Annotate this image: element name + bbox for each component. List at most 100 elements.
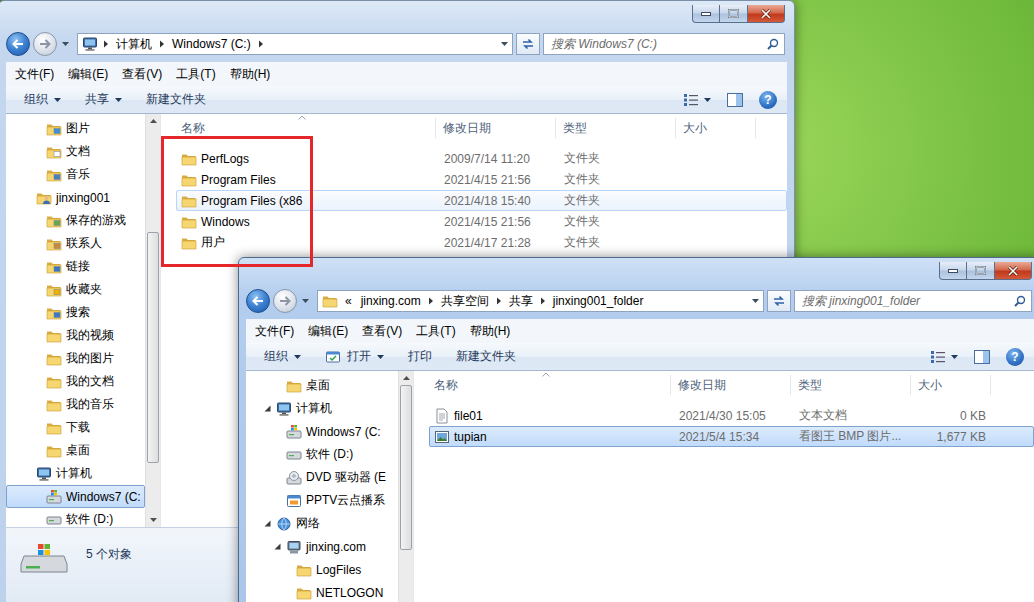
expander[interactable] (262, 404, 272, 414)
search-box[interactable]: 搜索 jinxing001_folder (794, 290, 1032, 312)
file-row[interactable]: Program Files2021/4/15 21:56文件夹 (176, 169, 787, 190)
expander[interactable] (32, 308, 42, 318)
scroll-track[interactable] (146, 128, 160, 513)
expander[interactable] (32, 423, 42, 433)
maximize-button[interactable] (967, 262, 995, 280)
address-bar[interactable]: «jinxing.com共享空间共享jinxing001_folder (317, 290, 764, 312)
menu-item[interactable]: 工具(T) (409, 323, 462, 340)
nav-item[interactable]: 文档 (6, 140, 145, 163)
expander[interactable] (32, 354, 42, 364)
scroll-thumb[interactable] (400, 385, 412, 550)
refresh-button[interactable] (516, 33, 540, 55)
expander[interactable] (22, 193, 32, 203)
column-header[interactable]: 大小 (911, 375, 991, 395)
scroll-up-button[interactable] (146, 114, 160, 128)
expander[interactable] (32, 492, 42, 502)
menu-item[interactable]: 编辑(E) (61, 66, 115, 83)
menu-item[interactable]: 帮助(H) (223, 66, 278, 83)
file-row[interactable]: 用户2021/4/17 21:28文件夹 (176, 232, 787, 253)
nav-item[interactable]: 联系人 (6, 232, 145, 255)
toolbar-button[interactable]: 共享 (75, 86, 132, 113)
nav-item[interactable]: 软件 (D:) (6, 508, 145, 527)
title-bar[interactable] (6, 1, 787, 29)
address-crumb[interactable]: 计算机 (114, 36, 154, 53)
nav-item[interactable]: 我的图片 (6, 347, 145, 370)
nav-item[interactable]: NETLOGON (246, 581, 398, 602)
view-button[interactable] (924, 343, 964, 370)
title-bar[interactable] (246, 258, 1034, 286)
file-row[interactable]: Windows2021/4/15 21:56文件夹 (176, 211, 787, 232)
scroll-up-button[interactable] (399, 371, 413, 385)
expander[interactable] (262, 519, 272, 529)
menu-item[interactable]: 编辑(E) (301, 323, 355, 340)
expander[interactable] (282, 565, 292, 575)
toolbar-button[interactable]: 新建文件夹 (136, 86, 216, 113)
nav-item[interactable]: 图片 (6, 117, 145, 140)
nav-item[interactable]: Windows7 (C: (6, 485, 145, 508)
help-button[interactable]: ? (759, 91, 777, 109)
column-header[interactable]: 大小 (676, 118, 756, 138)
toolbar-button[interactable]: 组织 (254, 343, 311, 370)
explorer-window[interactable]: «jinxing.com共享空间共享jinxing001_folder 搜索 ji… (238, 257, 1034, 602)
file-row[interactable]: Program Files (x862021/4/18 15:40文件夹 (176, 190, 787, 211)
nav-item[interactable]: jinxing001 (6, 186, 145, 209)
nav-item[interactable]: DVD 驱动器 (E (246, 466, 398, 489)
view-button[interactable] (677, 86, 717, 113)
file-row[interactable]: tupian2021/5/4 15:34看图王 BMP 图片...1,677 K… (429, 426, 1034, 447)
address-bar[interactable]: 计算机 Windows7 (C:) (77, 33, 513, 55)
back-button[interactable] (246, 289, 270, 313)
toolbar-button[interactable]: 打开 (315, 343, 394, 370)
nav-item[interactable]: 软件 (D:) (246, 443, 398, 466)
expander[interactable] (272, 473, 282, 483)
address-dropdown[interactable] (497, 42, 508, 46)
nav-item[interactable]: 网络 (246, 512, 398, 535)
nav-item[interactable]: 我的音乐 (6, 393, 145, 416)
preview-pane-button[interactable] (721, 86, 749, 113)
address-overflow[interactable]: « (343, 294, 354, 308)
nav-item[interactable]: 链接 (6, 255, 145, 278)
expander[interactable] (32, 170, 42, 180)
forward-button[interactable] (273, 289, 297, 313)
column-header[interactable]: 名称 (168, 118, 436, 138)
address-dropdown[interactable] (748, 299, 759, 303)
nav-item[interactable]: 我的视频 (6, 324, 145, 347)
expander[interactable] (32, 377, 42, 387)
expander[interactable] (32, 239, 42, 249)
close-button[interactable] (748, 5, 785, 23)
expander[interactable] (32, 262, 42, 272)
nav-scrollbar[interactable] (145, 114, 160, 527)
address-crumb[interactable]: 共享空间 (439, 293, 491, 310)
column-header[interactable]: 修改日期 (436, 118, 556, 138)
preview-pane-button[interactable] (968, 343, 996, 370)
expander[interactable] (32, 400, 42, 410)
menu-item[interactable]: 帮助(H) (463, 323, 518, 340)
nav-item[interactable]: 桌面 (246, 374, 398, 397)
expander[interactable] (22, 469, 32, 479)
expander[interactable] (32, 331, 42, 341)
column-header[interactable]: 修改日期 (671, 375, 791, 395)
back-button[interactable] (6, 32, 30, 56)
nav-item[interactable]: 计算机 (6, 462, 145, 485)
help-button[interactable]: ? (1006, 348, 1024, 366)
column-header[interactable]: 类型 (791, 375, 911, 395)
maximize-button[interactable] (720, 5, 748, 23)
nav-item[interactable]: Windows7 (C: (246, 420, 398, 443)
toolbar-button[interactable]: 组织 (14, 86, 71, 113)
expander[interactable] (32, 147, 42, 157)
search-box[interactable]: 搜索 Windows7 (C:) (543, 33, 785, 55)
nav-item[interactable]: 我的文档 (6, 370, 145, 393)
nav-item[interactable]: 下载 (6, 416, 145, 439)
nav-item[interactable]: jinxing.com (246, 535, 398, 558)
nav-scrollbar[interactable] (398, 371, 413, 602)
nav-item[interactable]: 音乐 (6, 163, 145, 186)
expander[interactable] (32, 515, 42, 525)
history-dropdown[interactable] (60, 32, 70, 56)
toolbar-button[interactable]: 新建文件夹 (446, 343, 526, 370)
nav-item[interactable]: 保存的游戏 (6, 209, 145, 232)
scroll-track[interactable] (399, 385, 413, 602)
address-crumb[interactable]: Windows7 (C:) (170, 37, 253, 51)
expander[interactable] (272, 427, 282, 437)
nav-item[interactable]: 收藏夹 (6, 278, 145, 301)
expander[interactable] (272, 450, 282, 460)
column-header[interactable]: 类型 (556, 118, 676, 138)
